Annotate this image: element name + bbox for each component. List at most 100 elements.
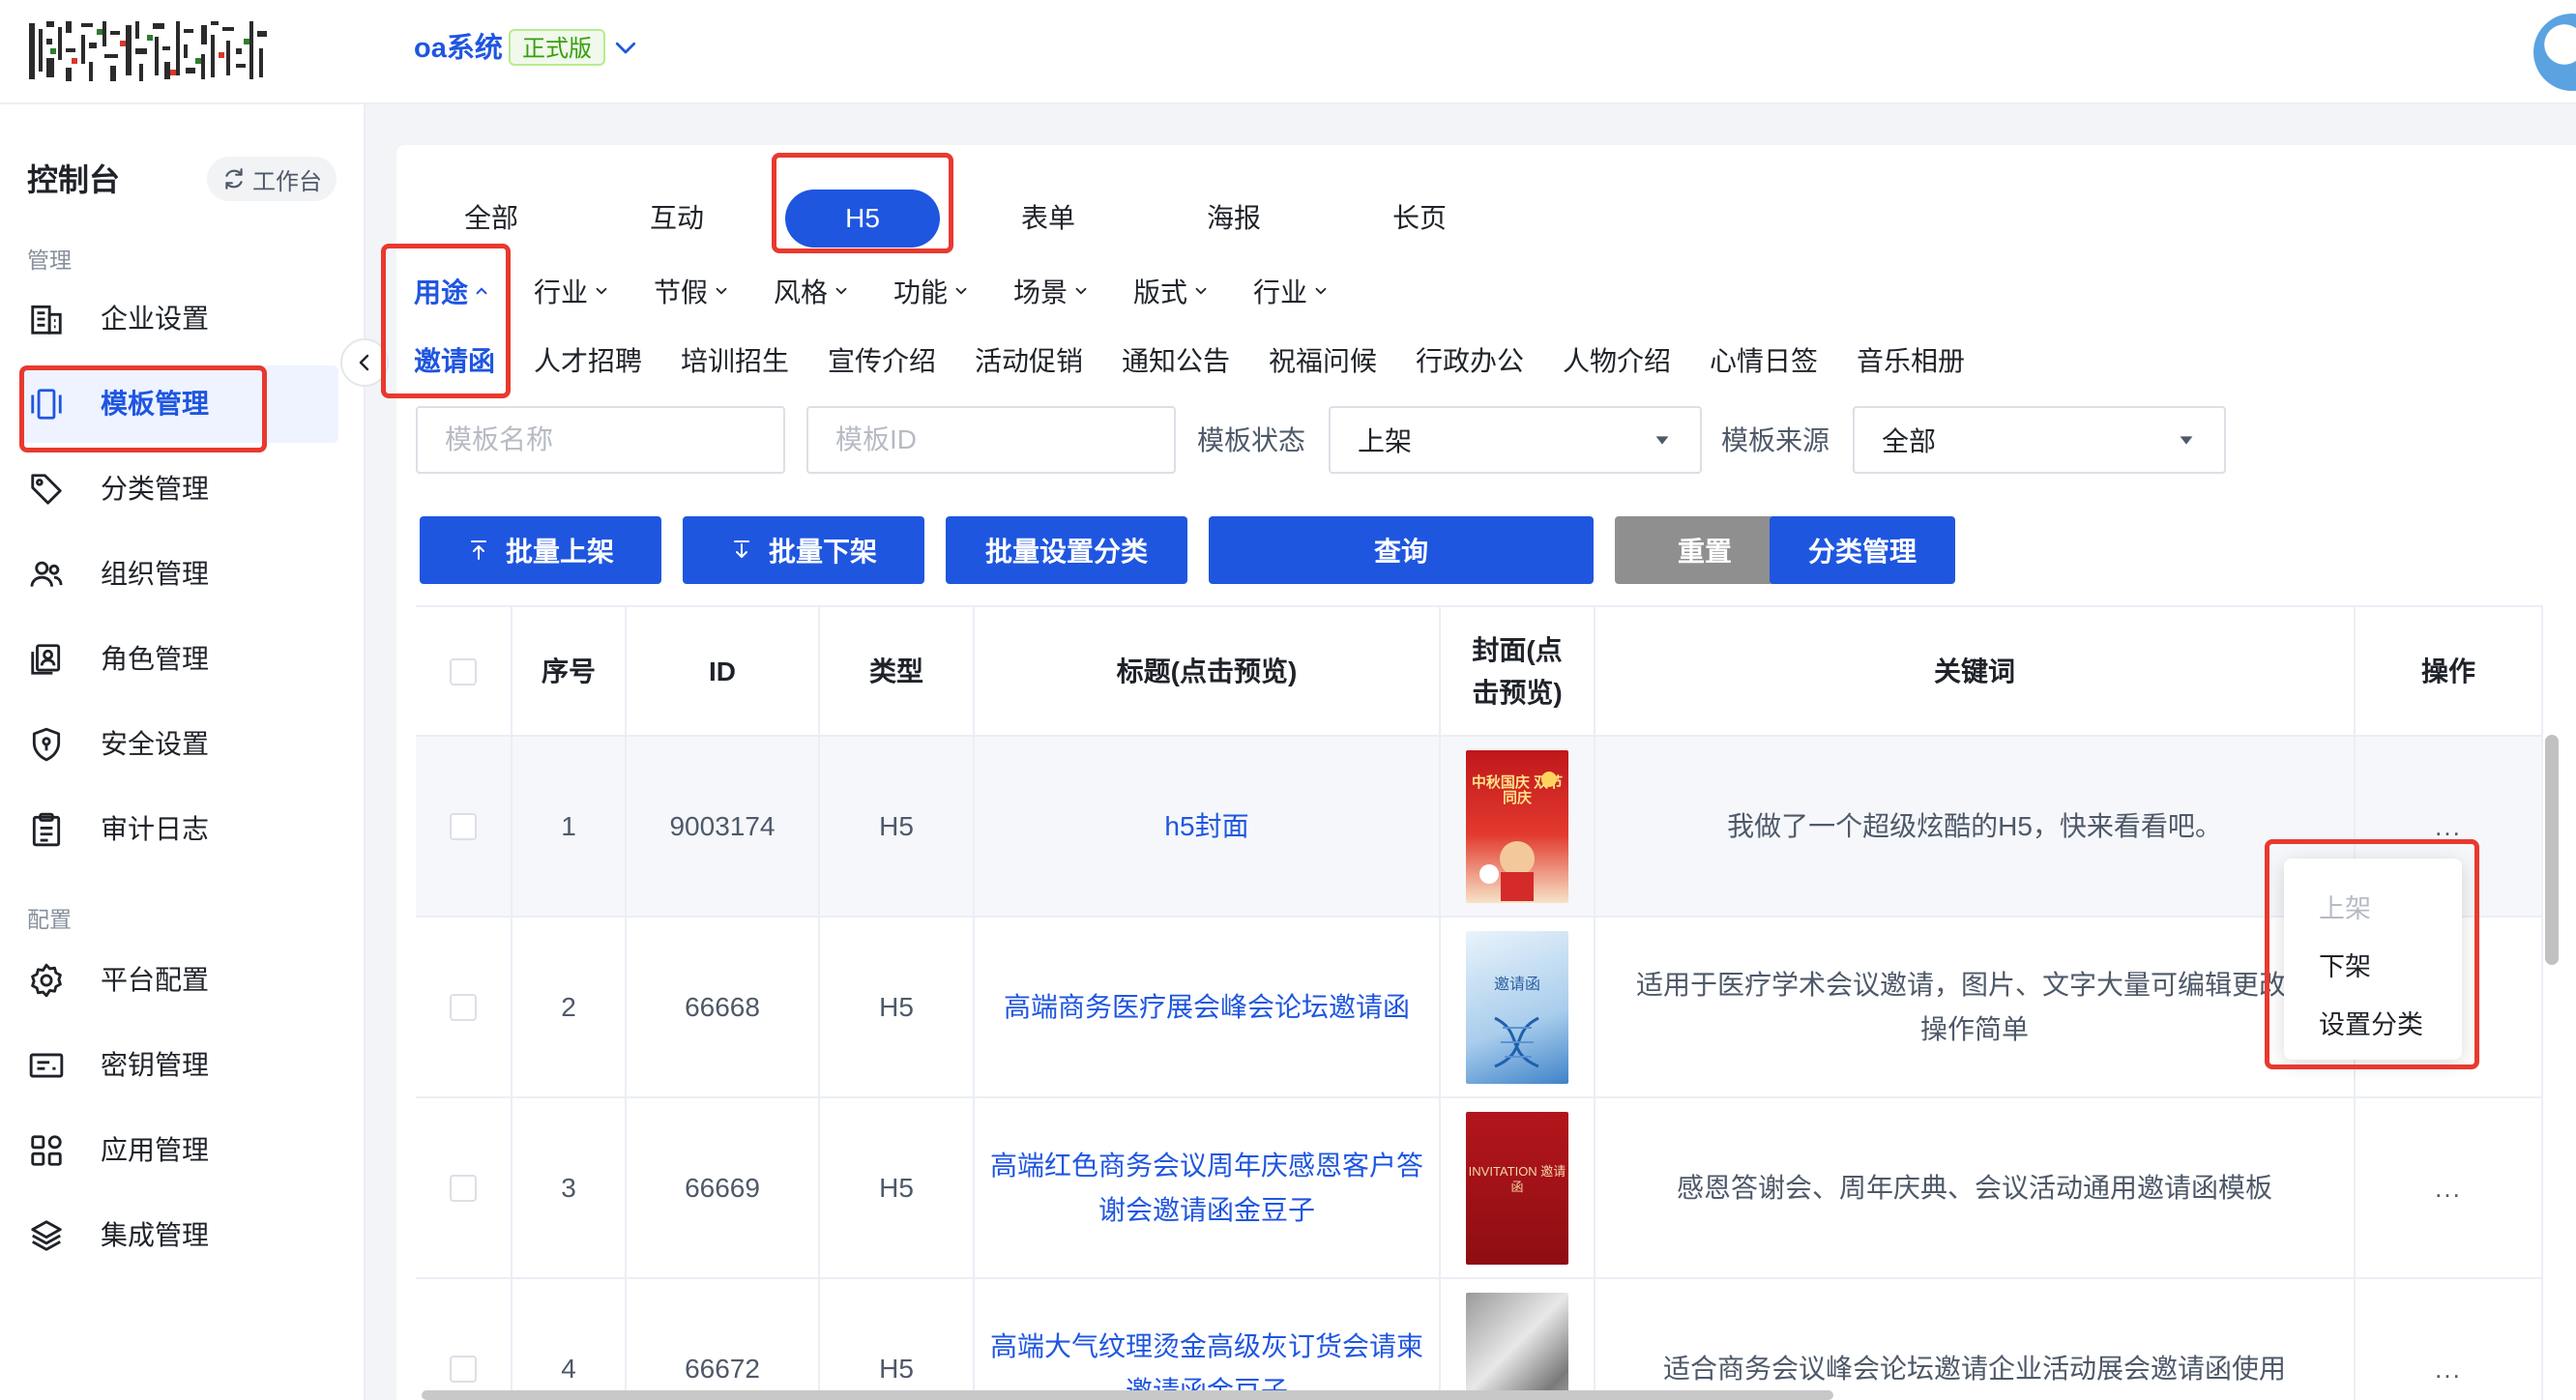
row-checkbox[interactable] [450,1355,477,1383]
chevron-left-icon [359,354,369,371]
template-source-select[interactable]: 全部 [1853,406,2226,474]
row-checkbox[interactable] [450,1174,477,1202]
cell-id: 66668 [627,918,820,1096]
sub-tag-event-sale[interactable]: 活动促销 [975,342,1083,381]
company-logo[interactable] [29,19,273,85]
tag-icon [27,470,66,509]
caret-down-icon [2180,436,2193,445]
workbench-button[interactable]: 工作台 [207,157,337,201]
cell-keywords: 我做了一个超级炫酷的H5，快来看看吧。 [1595,737,2356,916]
row-select-cell [416,1279,512,1400]
upload-icon [470,540,486,560]
batch-set-category-button[interactable]: 批量设置分类 [946,516,1187,584]
sidebar-item-organization[interactable]: 组织管理 [19,536,338,613]
menu-item-off-shelf[interactable]: 下架 [2284,938,2462,996]
filter-industry[interactable]: 行业 [534,269,610,313]
menu-item-set-category[interactable]: 设置分类 [2284,996,2462,1054]
cell-title-link[interactable]: h5封面 [975,737,1441,916]
row-select-cell [416,737,512,916]
sub-tag-promotion-intro[interactable]: 宣传介绍 [828,342,936,381]
tab-long-page[interactable]: 长页 [1342,190,1497,248]
sidebar-item-role[interactable]: 角色管理 [19,621,338,698]
category-manage-button[interactable]: 分类管理 [1770,516,1955,584]
cover-thumbnail[interactable]: 中秋国庆 双节同庆 [1466,749,1568,903]
template-status-select[interactable]: 上架 [1329,406,1702,474]
menu-item-on-shelf[interactable]: 上架 [2284,880,2462,938]
cell-title-link[interactable]: 高端大气纹理烫金高级灰订货会请柬邀请函金豆子 [975,1279,1441,1400]
sidebar-item-category[interactable]: 分类管理 [19,451,338,528]
sub-tag-training[interactable]: 培训招生 [681,342,789,381]
column-header-seq: 序号 [512,607,627,737]
column-header-type: 类型 [820,607,975,737]
app-name[interactable]: oa系统 [414,29,503,68]
row-checkbox[interactable] [450,812,477,840]
tab-interactive[interactable]: 互动 [600,190,754,248]
filter-holiday[interactable]: 节假 [654,269,730,313]
column-header-ops: 操作 [2356,607,2543,737]
sidebar-item-key[interactable]: 密钥管理 [19,1027,338,1104]
column-header-cover: 封面(点击预览) [1441,607,1595,737]
sidebar-item-security[interactable]: 安全设置 [19,706,338,783]
sidebar-collapse-button[interactable] [340,338,389,387]
row-checkbox[interactable] [450,993,477,1021]
cell-seq: 4 [512,1279,627,1400]
sidebar-item-apps[interactable]: 应用管理 [19,1112,338,1189]
sidebar-item-label: 应用管理 [101,1135,210,1165]
sub-tag-admin-office[interactable]: 行政办公 [1416,342,1524,381]
filter-industry-2[interactable]: 行业 [1253,269,1330,313]
cover-thumbnail[interactable]: 邀请函 [1466,930,1568,1084]
sidebar-item-audit-log[interactable]: 审计日志 [19,791,338,868]
tab-poster[interactable]: 海报 [1156,190,1311,248]
template-name-input[interactable] [416,406,785,474]
sub-tag-notice[interactable]: 通知公告 [1122,342,1230,381]
template-id-input[interactable] [806,406,1176,474]
header-select-all-cell [416,607,512,737]
filter-function[interactable]: 功能 [893,269,970,313]
filter-scene[interactable]: 场景 [1013,269,1090,313]
table-horizontal-scrollbar[interactable] [422,1390,1833,1400]
cell-title-link[interactable]: 高端红色商务会议周年庆感恩客户答谢会邀请函金豆子 [975,1098,1441,1277]
section-label-manage: 管理 [27,248,72,273]
tab-all[interactable]: 全部 [414,190,569,248]
sidebar-item-integration[interactable]: 集成管理 [19,1197,338,1274]
table-row: 1 9003174 H5 h5封面 中秋国庆 双节同庆 我做了一个超级炫酷的H5… [416,737,2543,918]
sidebar-item-template[interactable]: 模板管理 [19,365,338,443]
cell-id: 9003174 [627,737,820,916]
filter-layout[interactable]: 版式 [1133,269,1210,313]
clipboard-icon [27,810,66,849]
batch-on-shelf-button[interactable]: 批量上架 [420,516,661,584]
filter-label: 行业 [534,277,589,307]
sub-tag-greeting[interactable]: 祝福问候 [1269,342,1377,381]
filter-style[interactable]: 风格 [774,269,850,313]
sidebar-item-label: 集成管理 [101,1220,210,1250]
sub-tag-mood-daily[interactable]: 心情日签 [1710,342,1818,381]
batch-off-shelf-button[interactable]: 批量下架 [683,516,924,584]
apps-icon [27,1131,66,1170]
sidebar-item-platform-config[interactable]: 平台配置 [19,942,338,1019]
more-actions-trigger[interactable]: ... [2435,804,2462,849]
column-header-keywords: 关键词 [1595,607,2356,737]
filter-usage[interactable]: 用途 [414,269,490,313]
chevron-down-icon [716,287,727,295]
chevron-down-icon[interactable] [611,33,640,62]
more-actions-trigger[interactable]: ... [2435,1166,2462,1210]
user-avatar[interactable] [2533,14,2576,91]
sub-tag-music-album[interactable]: 音乐相册 [1857,342,1965,381]
tab-form[interactable]: 表单 [971,190,1126,248]
sub-tag-recruitment[interactable]: 人才招聘 [534,342,642,381]
query-button[interactable]: 查询 [1209,516,1594,584]
select-all-checkbox[interactable] [450,658,477,685]
cell-keywords: 适合商务会议峰会论坛邀请企业活动展会邀请函使用 [1595,1279,2356,1400]
cover-thumbnail[interactable]: INVITATION 邀请函 [1466,1111,1568,1265]
table-vertical-scrollbar[interactable] [2545,735,2559,965]
filter-label: 场景 [1013,277,1068,307]
reset-button[interactable]: 重置 [1615,516,1795,584]
cell-seq: 1 [512,737,627,916]
sidebar-item-enterprise[interactable]: 企业设置 [19,280,338,358]
sub-tag-person-intro[interactable]: 人物介绍 [1563,342,1671,381]
sub-tag-invitation[interactable]: 邀请函 [414,342,495,381]
more-actions-trigger[interactable]: ... [2435,1347,2462,1391]
tab-h5[interactable]: H5 [785,190,940,248]
cover-thumbnail[interactable] [1466,1292,1568,1400]
cell-title-link[interactable]: 高端商务医疗展会峰会论坛邀请函 [975,918,1441,1096]
